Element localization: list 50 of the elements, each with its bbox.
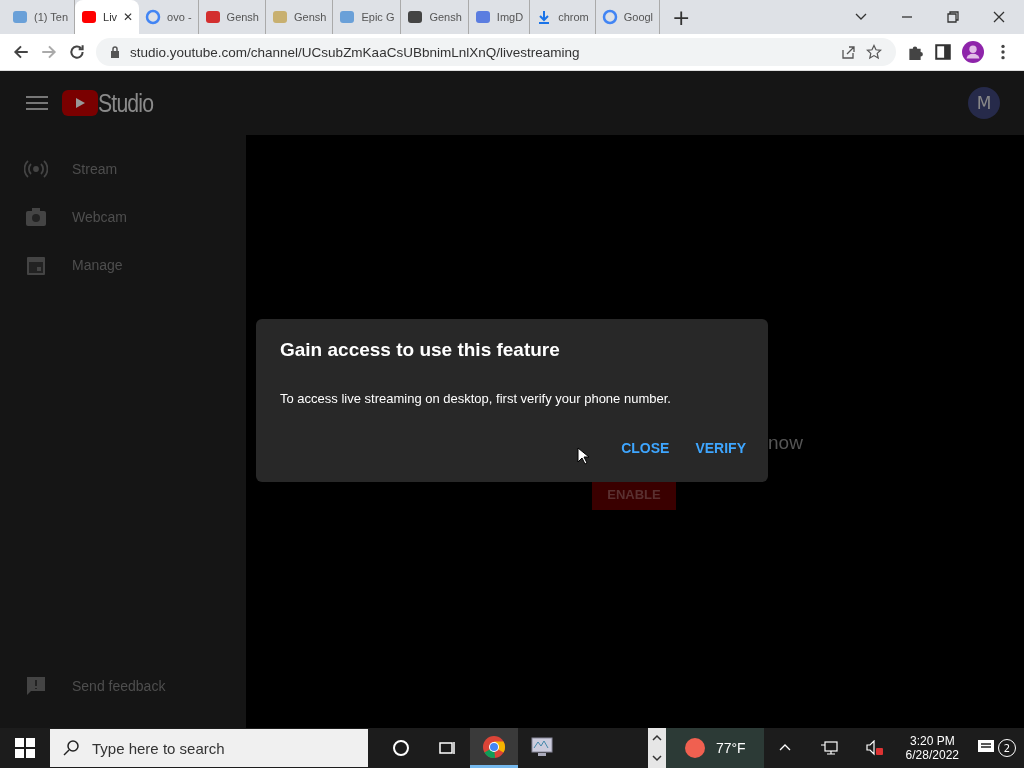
- verify-button[interactable]: VERIFY: [687, 436, 754, 460]
- play-logo-icon: [62, 90, 98, 116]
- dialog-title: Gain access to use this feature: [280, 339, 561, 361]
- favicon-icon: [81, 9, 98, 25]
- share-icon[interactable]: [840, 44, 856, 60]
- close-tab-button[interactable]: ✕: [123, 10, 134, 24]
- cortana-icon[interactable]: [392, 739, 410, 757]
- scroll-up-icon[interactable]: [651, 734, 662, 742]
- favicon-icon: [407, 9, 424, 25]
- clock[interactable]: 3:20 PM 6/28/2022: [897, 734, 967, 762]
- monitor-app-icon[interactable]: [530, 735, 554, 758]
- favicon-icon: [145, 9, 162, 25]
- close-button[interactable]: CLOSE: [613, 436, 678, 460]
- dialog-message: To access live streaming on desktop, first verify your phone number.: [280, 391, 672, 406]
- back-icon[interactable]: [12, 43, 30, 61]
- weather-widget[interactable]: 77°F: [665, 728, 764, 768]
- chrome-icon[interactable]: [482, 734, 506, 759]
- broadcast-icon: [24, 157, 48, 181]
- address-bar[interactable]: studio.youtube.com/channel/UCsubZmKaaCsUBbnimLnlXnQ/livestreaming: [96, 38, 896, 66]
- favicon-icon: [474, 9, 491, 25]
- sun-icon: [683, 737, 706, 759]
- new-tab-button[interactable]: +: [660, 4, 703, 30]
- lock-icon: [110, 46, 120, 58]
- favicon-icon: [204, 9, 221, 25]
- favicon-icon: [601, 9, 618, 25]
- search-icon: [62, 739, 80, 757]
- account-avatar[interactable]: M: [968, 87, 1000, 119]
- muted-speaker-icon[interactable]: [865, 740, 884, 756]
- scroll-down-icon[interactable]: [651, 754, 662, 762]
- side-panel-icon[interactable]: [934, 43, 952, 61]
- windows-start-icon[interactable]: [15, 738, 35, 758]
- camera-icon: [24, 205, 48, 229]
- heading-text: now: [768, 432, 803, 454]
- restore-icon[interactable]: [946, 10, 960, 24]
- notification-count: 2: [998, 739, 1016, 757]
- browser-tab[interactable]: Liv ✕: [75, 0, 140, 34]
- feedback-icon: [24, 674, 48, 698]
- reload-icon[interactable]: [68, 43, 86, 61]
- star-icon[interactable]: [866, 44, 882, 60]
- cursor-icon: [577, 447, 589, 465]
- profile-avatar-icon[interactable]: [962, 41, 984, 63]
- task-view-icon[interactable]: [438, 739, 456, 757]
- network-icon[interactable]: [819, 740, 838, 756]
- menu-icon[interactable]: [26, 95, 48, 111]
- logo-text: Studio: [98, 88, 154, 118]
- favicon-icon: [12, 9, 28, 25]
- favicon-icon: [272, 9, 288, 25]
- taskbar-search-field[interactable]: Type here to search: [50, 729, 368, 767]
- favicon-icon: [339, 9, 356, 25]
- close-icon[interactable]: [992, 10, 1006, 24]
